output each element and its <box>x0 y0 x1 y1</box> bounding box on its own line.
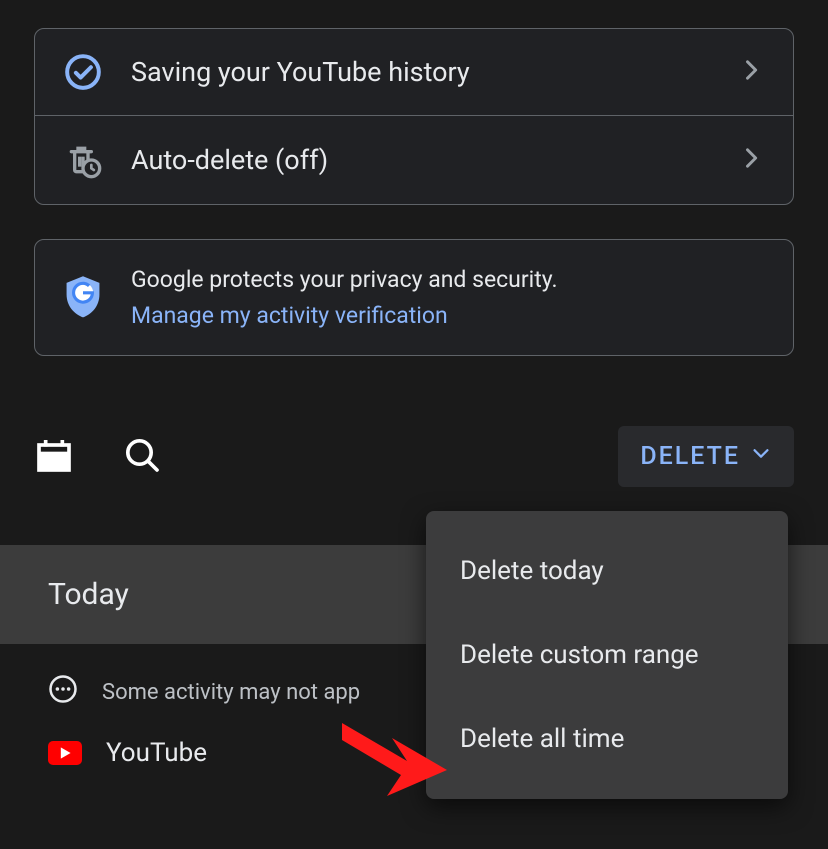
youtube-history-row[interactable]: Saving your YouTube history <box>35 29 793 115</box>
delete-label: DELETE <box>640 442 740 471</box>
settings-card: Saving your YouTube history Auto-delete … <box>34 28 794 205</box>
notice-text: Some activity may not app <box>102 680 360 705</box>
chevron-right-icon <box>737 56 765 88</box>
delete-button[interactable]: DELETE <box>618 426 794 487</box>
privacy-line: Google protects your privacy and securit… <box>131 262 765 298</box>
youtube-label: YouTube <box>106 738 207 768</box>
manage-verification-link[interactable]: Manage my activity verification <box>131 298 765 334</box>
check-circle-icon <box>63 53 103 91</box>
delete-dropdown: Delete today Delete custom range Delete … <box>426 511 788 799</box>
delete-today-item[interactable]: Delete today <box>426 529 788 613</box>
autodelete-label: Auto-delete (off) <box>131 144 709 176</box>
trash-clock-icon <box>63 140 103 180</box>
delete-all-time-item[interactable]: Delete all time <box>426 697 788 781</box>
search-icon[interactable] <box>122 435 162 479</box>
delete-custom-range-item[interactable]: Delete custom range <box>426 613 788 697</box>
history-label: Saving your YouTube history <box>131 56 709 88</box>
privacy-card: Google protects your privacy and securit… <box>34 239 794 356</box>
chevron-down-icon <box>750 442 772 471</box>
privacy-text: Google protects your privacy and securit… <box>131 262 765 333</box>
activity-toolbar: DELETE <box>34 426 794 487</box>
chevron-right-icon <box>737 144 765 176</box>
shield-g-icon <box>63 273 103 323</box>
auto-delete-row[interactable]: Auto-delete (off) <box>35 115 793 204</box>
calendar-icon[interactable] <box>34 435 74 479</box>
more-circle-icon <box>48 674 78 710</box>
youtube-icon <box>48 741 82 765</box>
